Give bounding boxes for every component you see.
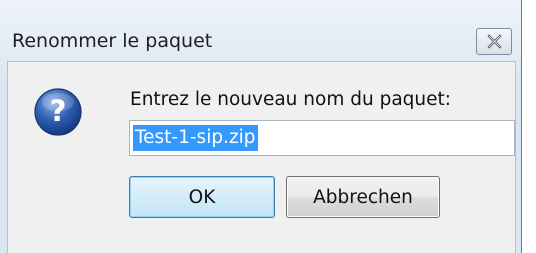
selected-text[interactable]: Test-1-sip.zip xyxy=(133,125,258,151)
question-mark-icon: ? xyxy=(34,88,82,136)
ok-button[interactable]: OK xyxy=(129,176,275,218)
screen: Renommer le paquet ? Entrez le nouveau n… xyxy=(0,0,536,253)
close-button[interactable] xyxy=(476,28,512,55)
rename-package-dialog: Renommer le paquet ? Entrez le nouveau n… xyxy=(0,0,522,253)
package-name-input[interactable]: Test-1-sip.zip xyxy=(129,120,515,156)
dialog-body: ? Entrez le nouveau nom du paquet: Test-… xyxy=(7,61,516,253)
window-title: Renommer le paquet xyxy=(12,30,213,52)
svg-text:?: ? xyxy=(50,94,67,128)
close-x-icon xyxy=(487,34,502,49)
prompt-label: Entrez le nouveau nom du paquet: xyxy=(130,89,451,110)
cancel-button[interactable]: Abbrechen xyxy=(286,176,440,218)
